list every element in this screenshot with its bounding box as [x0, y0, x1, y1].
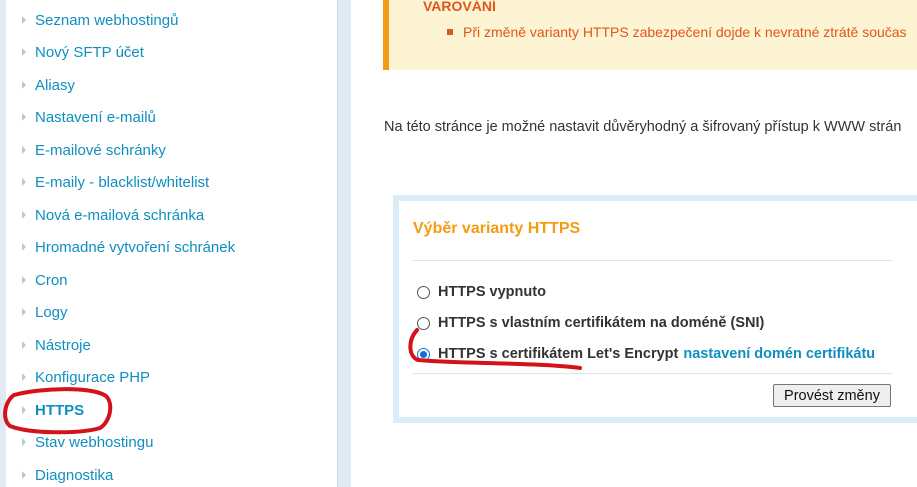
triangle-right-icon [22, 406, 26, 414]
triangle-right-icon [22, 341, 26, 349]
triangle-right-icon [22, 146, 26, 154]
sidebar-item-label[interactable]: Aliasy [35, 77, 75, 94]
option-https-sni[interactable]: HTTPS s vlastním certifikátem na doméně … [417, 315, 764, 331]
triangle-right-icon [22, 16, 26, 24]
intro-text: Na této stránce je možné nastavit důvěry… [384, 119, 902, 135]
divider [413, 373, 893, 374]
sidebar-item-nastaveni-emailu[interactable]: Nastavení e-mailů [22, 106, 156, 128]
sidebar-item-logy[interactable]: Logy [22, 301, 68, 323]
option-https-letsencrypt[interactable]: HTTPS s certifikátem Let's Encrypt nasta… [417, 346, 875, 362]
sidebar-item-cron[interactable]: Cron [22, 269, 68, 291]
triangle-right-icon [22, 113, 26, 121]
sidebar-item-label[interactable]: Konfigurace PHP [35, 369, 150, 386]
warning-item: Při změně varianty HTTPS zabezpečení doj… [447, 24, 907, 40]
sidebar-item-aliasy[interactable]: Aliasy [22, 74, 75, 96]
triangle-right-icon [22, 308, 26, 316]
sidebar-item-https[interactable]: HTTPS [22, 399, 84, 421]
sidebar-item-label[interactable]: Nová e-mailová schránka [35, 207, 204, 224]
sidebar-item-emailove-schranky[interactable]: E-mailové schránky [22, 139, 166, 161]
sidebar-item-label[interactable]: Logy [35, 304, 68, 321]
sidebar-item-label[interactable]: Nový SFTP účet [35, 44, 144, 61]
option-label: HTTPS s vlastním certifikátem na doméně … [438, 315, 765, 331]
sidebar-item-label[interactable]: Seznam webhostingů [35, 12, 178, 29]
triangle-right-icon [22, 243, 26, 251]
triangle-right-icon [22, 373, 26, 381]
sidebar-item-label[interactable]: Stav webhostingu [35, 434, 153, 451]
warning-item-text: Při změně varianty HTTPS zabezpečení doj… [463, 24, 907, 40]
sidebar-item-diagnostika[interactable]: Diagnostika [22, 464, 113, 486]
sidebar-item-novy-sftp-ucet[interactable]: Nový SFTP účet [22, 41, 144, 63]
sidebar-item-label[interactable]: Cron [35, 272, 68, 289]
warning-box: VAROVÁNÍ Při změně varianty HTTPS zabezp… [383, 0, 917, 70]
triangle-right-icon [22, 276, 26, 284]
warning-title: VAROVÁNÍ [423, 0, 496, 14]
sidebar-item-label[interactable]: E-maily - blacklist/whitelist [35, 174, 209, 191]
sidebar-item-blacklist-whitelist[interactable]: E-maily - blacklist/whitelist [22, 171, 209, 193]
sidebar-item-label[interactable]: Nástroje [35, 337, 91, 354]
https-variant-box: Výběr varianty HTTPS HTTPS vypnuto HTTPS… [393, 195, 917, 423]
sidebar-item-seznam-webhostingu[interactable]: Seznam webhostingů [22, 9, 178, 31]
sidebar-nav: Seznam webhostingů Nový SFTP účet Aliasy… [6, 0, 338, 487]
https-box-title: Výběr varianty HTTPS [413, 220, 581, 237]
sidebar-item-label[interactable]: HTTPS [35, 402, 84, 419]
option-https-off[interactable]: HTTPS vypnuto [417, 284, 546, 300]
bullet-icon [447, 29, 453, 35]
sidebar-item-konfigurace-php[interactable]: Konfigurace PHP [22, 366, 150, 388]
sidebar-item-label[interactable]: Hromadné vytvoření schránek [35, 239, 235, 256]
triangle-right-icon [22, 81, 26, 89]
main-content: VAROVÁNÍ Při změně varianty HTTPS zabezp… [351, 0, 917, 487]
triangle-right-icon [22, 178, 26, 186]
radio-https-sni[interactable] [417, 316, 430, 330]
divider [413, 260, 893, 261]
option-label: HTTPS s certifikátem Let's Encrypt [438, 346, 679, 362]
sidebar-item-label[interactable]: E-mailové schránky [35, 142, 166, 159]
triangle-right-icon [22, 48, 26, 56]
sidebar-item-stav-webhostingu[interactable]: Stav webhostingu [22, 431, 153, 453]
option-label: HTTPS vypnuto [438, 284, 546, 300]
sidebar-item-label[interactable]: Nastavení e-mailů [35, 109, 156, 126]
triangle-right-icon [22, 211, 26, 219]
sidebar-item-nastroje[interactable]: Nástroje [22, 334, 91, 356]
triangle-right-icon [22, 438, 26, 446]
radio-https-letsencrypt[interactable] [417, 347, 430, 361]
sidebar-item-nova-emailova-schranka[interactable]: Nová e-mailová schránka [22, 204, 204, 226]
sidebar-item-label[interactable]: Diagnostika [35, 467, 113, 484]
submit-changes-button[interactable]: Provést změny [773, 384, 891, 407]
certificate-domains-link[interactable]: nastavení domén certifikátu [683, 346, 875, 362]
sidebar-item-hromadne-vytvoreni[interactable]: Hromadné vytvoření schránek [22, 236, 235, 258]
triangle-right-icon [22, 471, 26, 479]
radio-https-off[interactable] [417, 285, 430, 299]
